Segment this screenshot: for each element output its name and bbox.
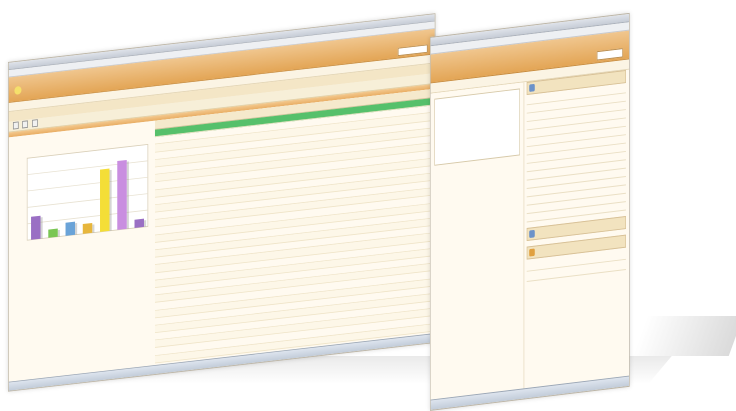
- filter-button[interactable]: [22, 120, 29, 129]
- tasks-icon: [529, 229, 535, 238]
- agenda-time: [527, 96, 536, 104]
- table-cell: [155, 219, 162, 227]
- bar-shade: [92, 224, 95, 233]
- report-table: [154, 89, 432, 371]
- bar-shade: [75, 223, 78, 235]
- table-body: [154, 98, 432, 371]
- agenda-time: [527, 154, 536, 162]
- calendar-icon: [529, 83, 535, 92]
- chart-bar: [65, 221, 76, 236]
- agenda-time: [527, 213, 536, 221]
- bar-shade: [143, 220, 147, 227]
- bar-chart: [13, 127, 155, 266]
- perspective-scene: [0, 0, 736, 411]
- agenda-time: [527, 188, 536, 196]
- dashboard-content: [430, 69, 630, 401]
- filter-button[interactable]: [12, 121, 19, 130]
- table-cell: [155, 204, 162, 212]
- agenda-time: [527, 163, 536, 171]
- bar-chart-svg: [26, 143, 149, 241]
- chart-bar: [31, 215, 41, 240]
- table-cell: [155, 249, 162, 257]
- table-cell: [155, 355, 162, 363]
- agenda-time: [527, 205, 536, 213]
- table-cell: [155, 182, 162, 190]
- agenda-list: [526, 84, 626, 223]
- info-icon: [529, 248, 535, 257]
- chart-bar: [48, 228, 58, 238]
- table-cell: [155, 212, 162, 220]
- header-cell: [155, 120, 162, 129]
- table-cell: [155, 189, 162, 197]
- table-cell: [155, 151, 162, 159]
- report-window: [8, 13, 436, 392]
- table-cell: [155, 242, 162, 250]
- bar-shade: [109, 169, 112, 231]
- table-cell: [155, 227, 162, 235]
- report-content: [8, 88, 435, 384]
- table-cell: [155, 264, 162, 272]
- table-cell: [155, 332, 162, 340]
- dashboard-right-column: [526, 70, 626, 389]
- table-cell: [155, 287, 162, 295]
- chart-bar: [117, 159, 127, 230]
- agenda-time: [527, 171, 536, 179]
- agenda-time: [527, 121, 536, 129]
- bar-shade: [57, 229, 60, 237]
- table-cell: [155, 174, 162, 182]
- agenda-time: [527, 138, 536, 146]
- search-input[interactable]: [397, 44, 428, 57]
- table-cell: [155, 347, 162, 355]
- table-cell: [155, 197, 162, 205]
- table-cell: [155, 302, 162, 310]
- agenda-time: [527, 196, 536, 204]
- table-cell: [155, 295, 162, 303]
- agenda-time: [527, 180, 536, 188]
- table-cell: [155, 257, 162, 265]
- table-cell: [155, 167, 162, 175]
- table-cell: [155, 129, 162, 137]
- table-cell: [155, 280, 162, 288]
- summary-table: [434, 269, 521, 280]
- app-logo-icon: [14, 85, 22, 95]
- agenda-time: [527, 113, 536, 121]
- bar-shade: [126, 161, 129, 229]
- table-cell: [155, 159, 162, 167]
- chart-bar: [82, 222, 93, 234]
- agenda-time: [527, 104, 536, 112]
- table-cell: [155, 317, 162, 325]
- table-cell: [155, 234, 162, 242]
- info-key: [527, 269, 552, 281]
- table-cell: [155, 272, 162, 280]
- table-cell: [155, 310, 162, 318]
- agenda-time: [527, 129, 536, 137]
- search-input[interactable]: [596, 48, 623, 61]
- chart-bar: [100, 168, 110, 232]
- floor-shadow-right: [632, 316, 736, 356]
- filter-button[interactable]: [31, 119, 38, 128]
- text-block: [434, 88, 520, 166]
- table-cell: [155, 136, 162, 144]
- agenda-time: [527, 146, 536, 154]
- chart-bar: [134, 218, 144, 228]
- bar-shade: [40, 217, 43, 239]
- table-cell: [155, 340, 162, 348]
- dashboard-window: [430, 12, 630, 411]
- table-cell: [155, 325, 162, 333]
- dashboard-left-column: [430, 82, 525, 401]
- table-cell: [155, 144, 162, 152]
